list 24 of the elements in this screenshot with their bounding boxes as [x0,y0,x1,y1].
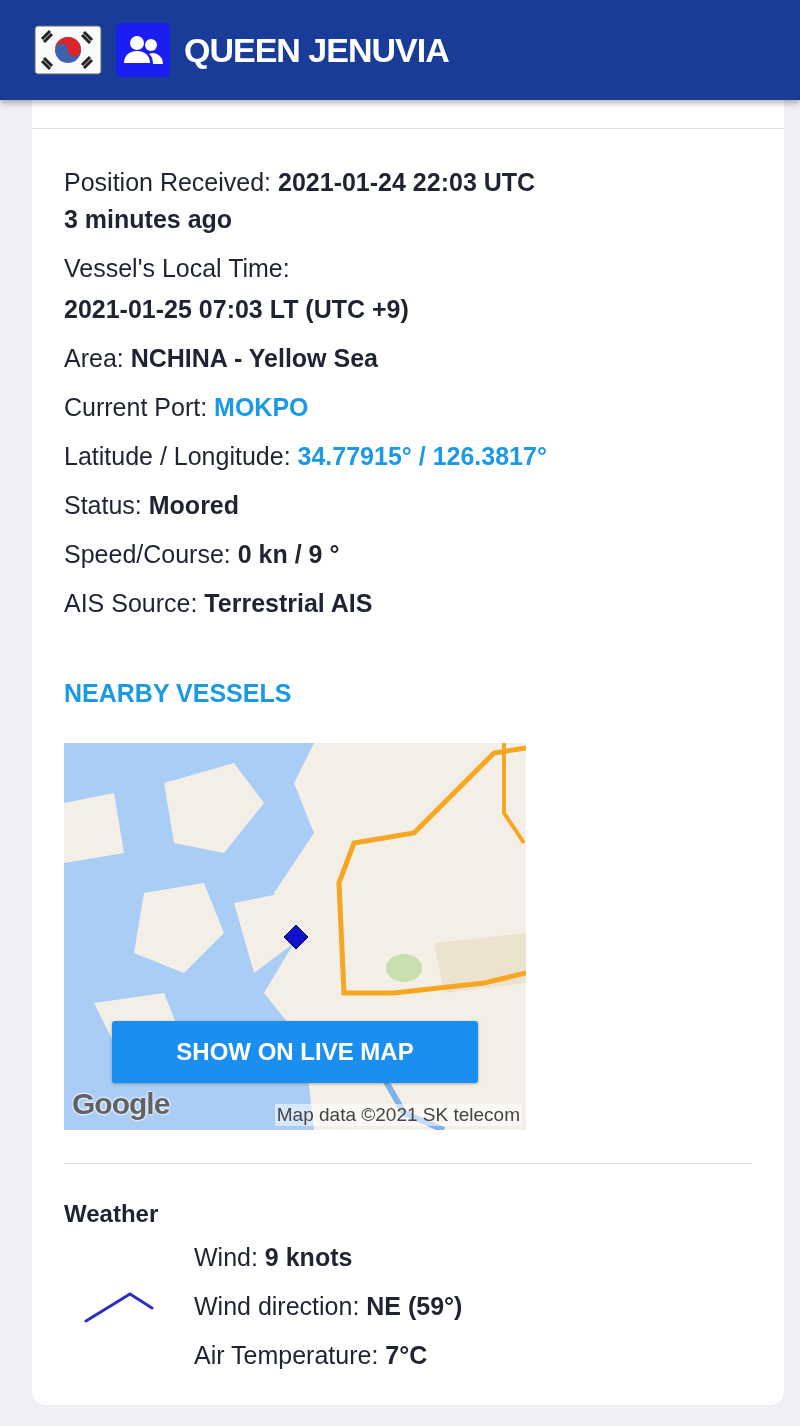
detail-line: Position Received: 2021-01-24 22:03 UTC [64,167,537,198]
detail-link[interactable]: 34.77915° / 126.3817° [297,442,547,470]
show-on-live-map-button[interactable]: SHOW ON LIVE MAP [112,1021,478,1083]
weather-line: Air Temperature: 7°C [194,1340,429,1371]
weather-heading: Weather [64,1200,160,1228]
flag-icon [34,25,102,75]
vessel-name: QUEEN JENUVIA [184,30,449,70]
section-heading: NEARBY VESSELS [64,679,293,708]
weather-line: Wind: 9 knots [194,1242,354,1273]
people-icon [116,23,170,77]
detail-line: AIS Source: Terrestrial AIS [64,588,374,619]
vessel-marker-icon [283,924,309,950]
detail-link[interactable]: MOKPO [214,393,309,421]
detail-line: Area: NCHINA - Yellow Sea [64,343,379,374]
map-logo: Google [72,1087,170,1121]
detail-label: Current Port: [64,393,209,421]
detail-value: 2021-01-25 07:03 LT (UTC +9) [64,295,409,323]
detail-line: Speed/Course: 0 kn / 9 ° [64,539,341,570]
weather-line: Wind direction: NE (59°) [194,1291,463,1322]
detail-label: Latitude / Longitude: [64,442,292,470]
time-ago: 3 minutes ago [64,204,234,235]
detail-label: Vessel's Local Time: [64,253,291,284]
detail-line: Status: Moored [64,490,241,521]
map-attribution: Map data ©2021 SK telecom [274,1104,522,1126]
